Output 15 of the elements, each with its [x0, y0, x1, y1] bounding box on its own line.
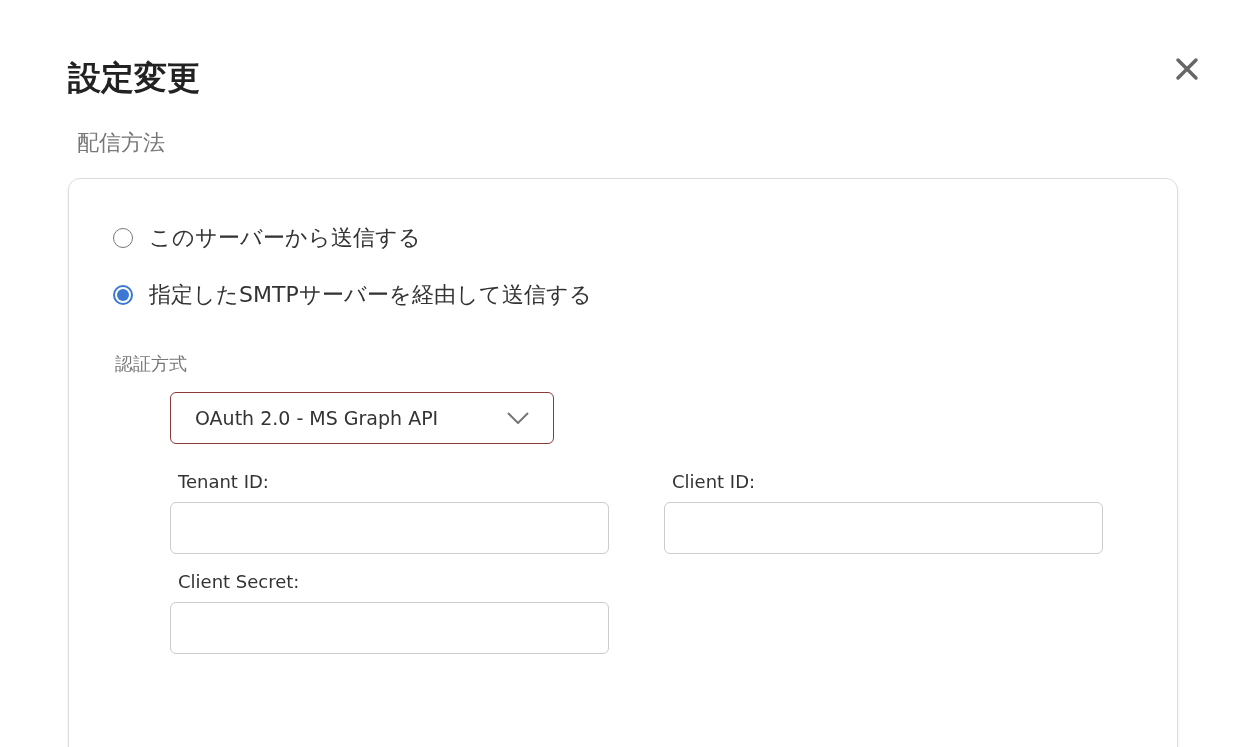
radio-button[interactable] [113, 285, 133, 305]
option-label: 指定したSMTPサーバーを経由して送信する [149, 281, 592, 309]
chevron-down-icon [507, 412, 529, 424]
input-field[interactable] [170, 602, 609, 654]
field-label: Client Secret: [178, 570, 300, 594]
auth-label: 認証方式 [115, 352, 188, 376]
field-label: Tenant ID: [178, 470, 269, 494]
field-label: Client ID: [672, 470, 756, 494]
option-label: このサーバーから送信する [149, 224, 421, 252]
auth-dropdown[interactable]: OAuth 2.0 - MS Graph API [170, 392, 554, 444]
close-icon [1175, 57, 1199, 81]
input-field[interactable] [664, 502, 1103, 554]
section-label: 配信方法 [77, 129, 166, 157]
dialog-title: 設定変更 [68, 57, 200, 99]
input-field[interactable] [170, 502, 609, 554]
